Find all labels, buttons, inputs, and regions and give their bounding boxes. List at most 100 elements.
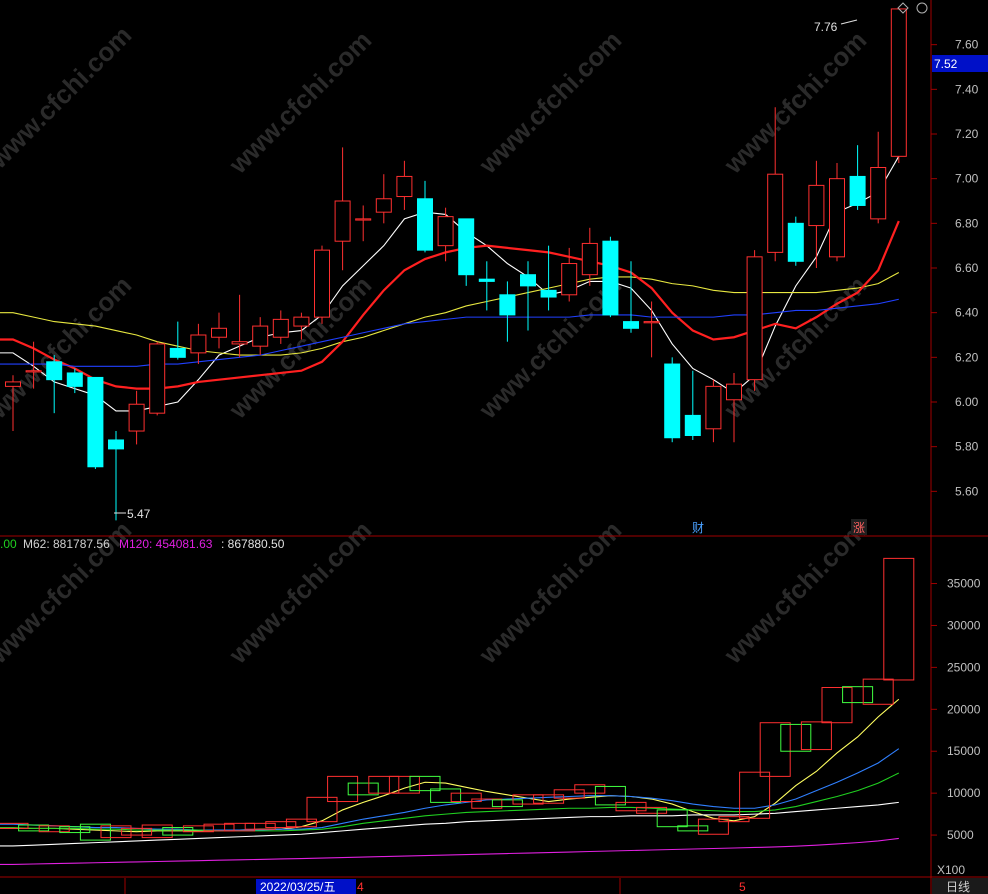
last-price-tag: 7.52 — [932, 55, 988, 72]
volume-tick-label: 20000 — [947, 702, 981, 716]
candle-body — [334, 200, 351, 242]
last-price-label: 7.52 — [934, 57, 958, 71]
candle-body — [664, 363, 681, 439]
period-label[interactable]: 日线 — [946, 880, 970, 894]
watermark-text: www.cfchi.com — [0, 270, 137, 425]
price-tick-label: 6.80 — [955, 216, 979, 230]
circle-icon[interactable] — [916, 2, 928, 14]
volume-bar — [800, 721, 832, 751]
price-y-axis: 5.60 5.80 6.00 6.20 6.40 6.60 6.80 7.00 7.20 7.40… — [931, 38, 979, 498]
candle-body — [66, 372, 83, 387]
candle-body — [437, 216, 454, 247]
candle-body — [128, 403, 145, 432]
stock-chart: www.cfchi.com www.cfchi.com www.cfchi.com w… — [0, 0, 988, 894]
candle-body — [293, 316, 310, 327]
candle-body — [417, 198, 433, 251]
candle-body — [272, 318, 289, 338]
volume-legend: .00 M62: 881787.56 M120: 454081.63 : 867… — [0, 537, 285, 551]
candle-body — [787, 222, 804, 262]
candle-body — [499, 294, 516, 316]
candle-body — [458, 218, 475, 276]
candle-body — [829, 178, 845, 258]
candle-body — [5, 381, 21, 387]
volume-tick-label: 10000 — [947, 786, 981, 800]
watermark-text: www.cfchi.com — [0, 20, 137, 175]
candle-body — [643, 321, 660, 324]
volume-bar — [285, 818, 317, 828]
watermark-layer: www.cfchi.com www.cfchi.com www.cfchi.com w… — [0, 20, 872, 670]
month-4-label: 4 — [357, 880, 364, 894]
watermark-text: www.cfchi.com — [717, 270, 872, 425]
price-tick-label: 6.60 — [955, 261, 979, 275]
volume-ma-line — [0, 837, 899, 865]
candle-body — [581, 242, 598, 276]
watermark-text: www.cfchi.com — [472, 25, 627, 180]
volume-tick-label: 30000 — [947, 618, 981, 632]
volume-tick-label: 5000 — [947, 828, 974, 842]
legend-prefix: .00 — [0, 537, 17, 551]
candle-body — [252, 325, 269, 347]
candle-body — [746, 256, 763, 381]
volume-bar — [244, 822, 276, 830]
candle-body — [149, 343, 166, 414]
watermark-text: www.cfchi.com — [222, 25, 377, 180]
volume-bar — [842, 686, 874, 704]
low-price-label: 5.47 — [127, 507, 151, 521]
candle-body — [190, 334, 207, 354]
volume-bar — [780, 723, 812, 752]
month-5-label: 5 — [739, 880, 746, 894]
candle-body — [87, 376, 104, 468]
event-marker-cai[interactable]: 财 — [692, 521, 704, 535]
candle-body — [623, 321, 639, 329]
price-tick-label: 7.00 — [955, 172, 979, 186]
candle-body — [602, 240, 619, 316]
volume-bar — [656, 809, 688, 828]
candle-body — [46, 361, 63, 381]
price-tick-label: 6.20 — [955, 350, 979, 364]
price-tick-label: 5.80 — [955, 440, 979, 454]
candle-body — [231, 341, 248, 345]
volume-moving-averages — [0, 698, 900, 865]
volume-bar — [368, 775, 400, 794]
date-label: 2022/03/25/五 — [260, 880, 335, 894]
legend-tail: : 867880.50 — [221, 537, 285, 551]
watermark-text: www.cfchi.com — [472, 515, 627, 670]
price-candles — [5, 8, 907, 521]
price-tick-label: 5.60 — [955, 484, 979, 498]
candle-body — [355, 218, 372, 221]
candle-body — [540, 289, 557, 298]
candle-body — [25, 370, 42, 373]
candle-body — [561, 263, 578, 296]
time-axis: 2022/03/25/五 4 5 日线 — [124, 878, 988, 894]
high-price-arrow — [840, 19, 858, 25]
volume-bar — [821, 687, 853, 724]
volume-bar — [862, 678, 894, 705]
price-tick-label: 7.20 — [955, 127, 979, 141]
volume-bar — [883, 557, 915, 681]
volume-bar — [615, 801, 647, 812]
candle-body — [684, 414, 701, 436]
watermark-text: www.cfchi.com — [717, 515, 872, 670]
candle-body — [169, 347, 186, 358]
candle-body — [211, 327, 227, 338]
candle-body — [890, 8, 907, 157]
volume-ma-line — [0, 698, 900, 833]
legend-m120: M120: 454081.63 — [119, 537, 213, 551]
candle-body — [726, 383, 742, 401]
volume-bar — [306, 796, 338, 823]
candle-body — [396, 175, 413, 198]
price-tick-label: 7.60 — [955, 38, 979, 52]
candle-body — [520, 274, 536, 287]
volume-bar — [450, 792, 482, 803]
chart-frame — [0, 0, 988, 894]
volume-bar — [491, 799, 523, 808]
volume-unit-label: X100 — [937, 863, 965, 877]
volume-ma-line — [0, 801, 899, 847]
high-price-label: 7.76 — [814, 20, 838, 34]
candle-body — [705, 385, 722, 430]
candle-body — [108, 439, 124, 450]
volume-tick-label: 25000 — [947, 660, 981, 674]
volume-y-axis: 5000 10000 15000 20000 25000 30000 35000 — [931, 577, 981, 842]
event-marker-zhang[interactable]: 涨 — [853, 520, 865, 535]
price-tick-label: 7.40 — [955, 82, 979, 96]
